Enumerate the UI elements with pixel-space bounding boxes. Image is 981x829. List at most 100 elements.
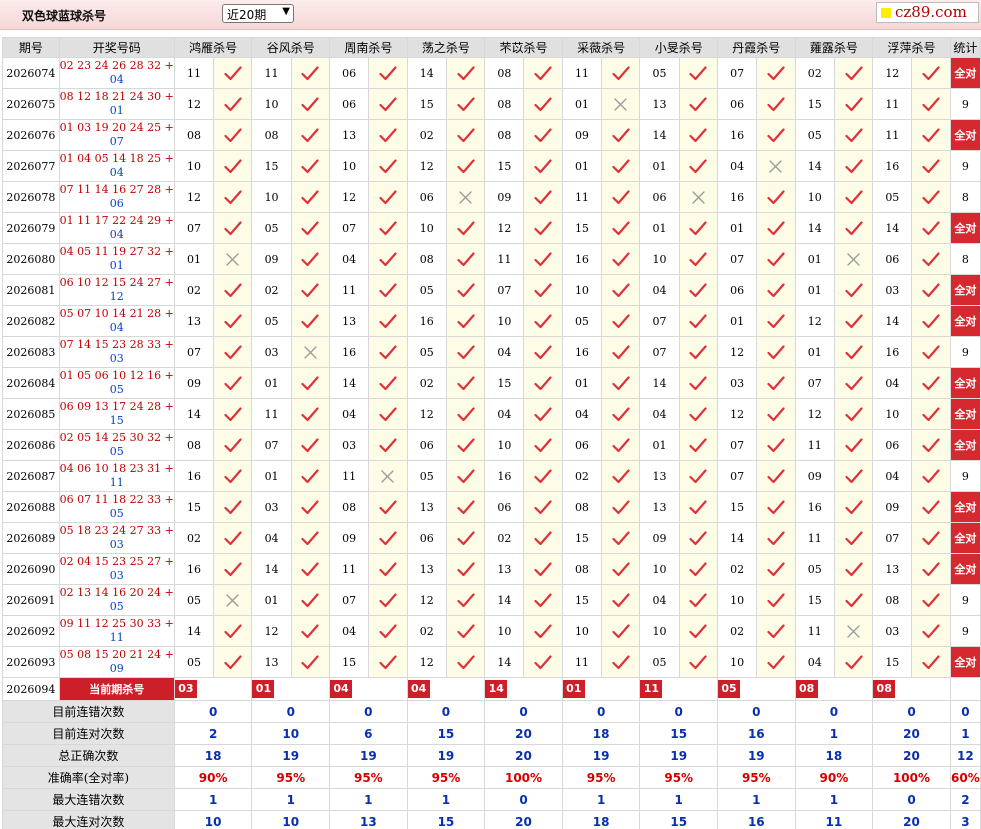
check-icon [523,212,563,244]
stat-value: 95% [717,766,796,789]
range-select[interactable]: 近20期 ▼ [222,4,294,23]
kill-number: 05 [794,119,835,151]
check-icon [213,460,253,492]
check-icon [523,150,563,182]
kill-number: 06 [406,429,447,461]
check-icon [213,274,253,306]
column-header: 周南杀号 [329,37,408,58]
kill-number: 06 [717,88,758,120]
table-row: 2026077 01 04 05 14 18 25 +04 10 15 10 12 15 01… [2,150,981,182]
stat-value: 20 [484,744,563,767]
kill-number: 07 [329,212,370,244]
check-icon [756,305,796,337]
kill-number: 04 [639,398,680,430]
kill-number: 07 [717,460,758,492]
stat-value: 15 [639,722,719,745]
draw-numbers-cell: 08 12 18 21 24 30 +01 [58,88,175,120]
check-icon [445,491,486,523]
stat-value: 0 [173,700,253,723]
check-icon [756,429,796,461]
check-icon [368,429,408,461]
blue-ball: 07 [109,135,124,148]
check-icon [445,212,486,244]
check-icon [601,181,641,213]
stat-value: 16 [717,810,796,829]
column-header: 采薇杀号 [561,37,641,58]
kill-number: 06 [484,491,525,523]
check-icon [290,646,331,678]
check-icon [368,336,408,368]
kill-number: 16 [561,243,603,275]
check-icon [833,646,874,678]
kill-number: 06 [561,429,603,461]
stat-label: 准确率(全对率) [2,766,175,789]
kill-number: 10 [561,274,603,306]
red-balls: 09 11 12 25 30 33 + [59,617,174,630]
check-icon [445,150,486,182]
stat-value: 0 [949,700,981,723]
kill-number: 08 [484,57,525,89]
check-icon [523,615,563,647]
kill-number: 13 [406,491,447,523]
blue-ball: 03 [109,352,124,365]
kill-number: 04 [794,646,835,678]
check-icon [445,274,486,306]
kill-number: 03 [717,367,758,399]
check-icon [445,398,486,430]
kill-number: 16 [406,305,447,337]
kill-number: 02 [717,553,758,585]
stat-label: 目前连对次数 [2,722,175,745]
kill-number: 12 [173,88,215,120]
kill-number: 08 [561,553,603,585]
kill-number: 05 [639,57,680,89]
draw-numbers-cell: 07 14 15 23 28 33 +03 [58,336,175,368]
kill-number: 04 [329,243,370,275]
period-cell: 2026091 [2,584,60,616]
red-balls: 01 04 05 14 18 25 + [59,152,174,165]
check-icon [445,584,486,616]
check-icon [523,336,563,368]
stat-value: 20 [872,744,951,767]
check-icon [523,305,563,337]
kill-number: 16 [173,460,215,492]
kill-number: 11 [173,57,215,89]
red-balls: 04 06 10 18 23 31 + [59,462,174,475]
all-right-badge: 全对 [949,274,981,306]
table-row: 2026089 05 18 23 24 27 33 +03 02 04 09 06 02 15… [2,522,981,554]
check-icon [678,57,719,89]
check-icon [213,336,253,368]
check-icon [445,243,486,275]
chevron-down-icon: ▼ [282,6,290,17]
column-header: 期号 [2,37,60,58]
check-icon [756,274,796,306]
kill-number: 04 [639,274,680,306]
check-icon [368,150,408,182]
stat-value: 100% [872,766,951,789]
blue-ball: 05 [109,445,124,458]
kill-number: 06 [872,243,913,275]
stat-value: 95% [251,766,331,789]
kill-number: 10 [484,429,525,461]
period-cell: 2026092 [2,615,60,647]
check-icon [678,491,719,523]
check-icon [368,615,408,647]
check-icon [601,305,641,337]
check-icon [601,429,641,461]
kill-number: 15 [794,88,835,120]
stat-value: 1 [949,722,981,745]
blue-ball: 04 [109,228,124,241]
stat-value: 18 [561,722,641,745]
hit-count: 8 [949,243,981,275]
period-cell: 2026082 [2,305,60,337]
check-icon [290,522,331,554]
all-right-badge: 全对 [949,119,981,151]
red-balls: 05 18 23 24 27 33 + [59,524,174,537]
kill-number: 09 [484,181,525,213]
check-icon [756,88,796,120]
site-logo[interactable]: cz89.com [876,2,979,23]
red-balls: 07 11 14 16 27 28 + [59,183,174,196]
period-cell: 2026087 [2,460,60,492]
kill-number: 04 [872,460,913,492]
check-icon [601,119,641,151]
kill-number: 15 [561,584,603,616]
